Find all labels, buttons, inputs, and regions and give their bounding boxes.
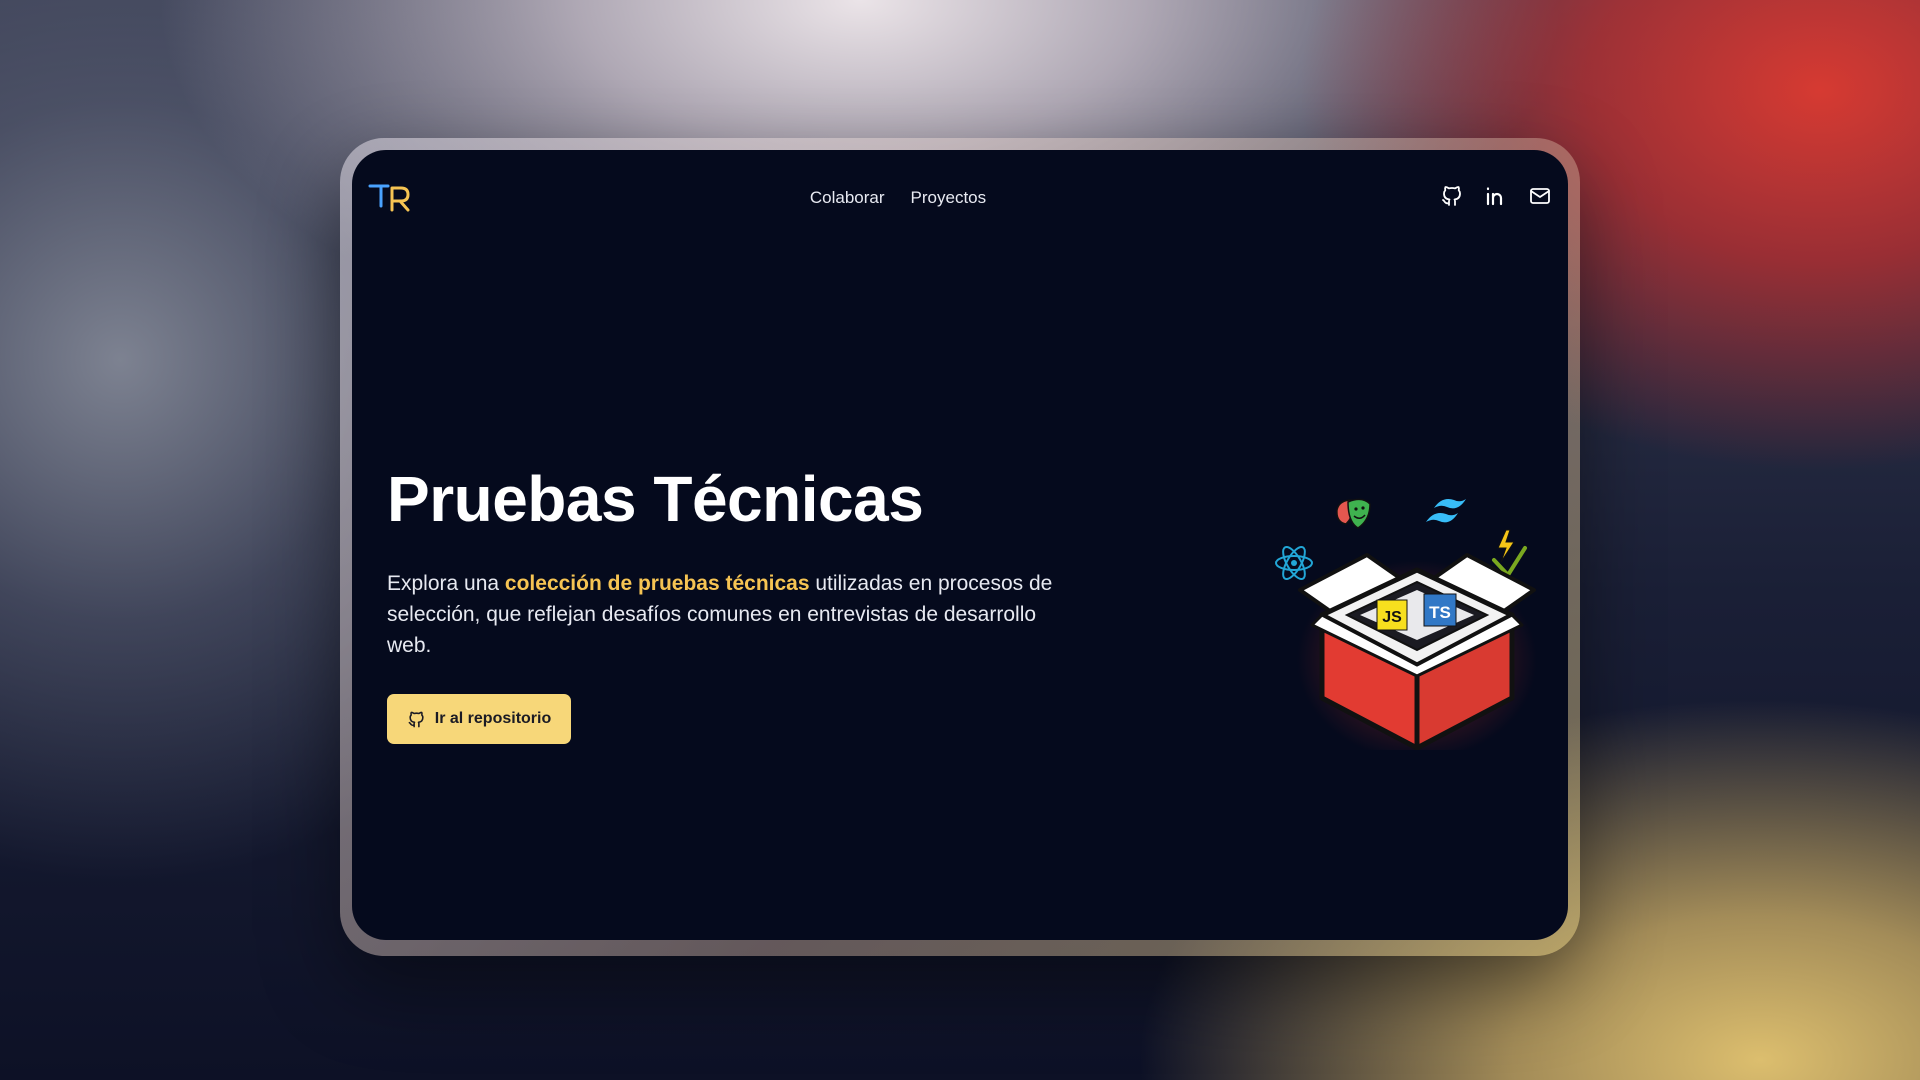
tailwind-icon <box>1426 499 1466 523</box>
browser-window: Colaborar Proyectos Pruebas Técnicas Exp… <box>352 150 1568 940</box>
js-badge: JS <box>1376 599 1408 631</box>
react-icon <box>1275 546 1313 580</box>
linkedin-icon[interactable] <box>1484 184 1508 208</box>
repository-button-label: Ir al repositorio <box>434 710 552 727</box>
nav-link-colaborar[interactable]: Colaborar <box>810 188 885 208</box>
github-icon[interactable] <box>1440 184 1464 208</box>
description-prefix: Explora una <box>387 572 505 595</box>
theater-masks-icon <box>1336 498 1371 529</box>
mail-icon[interactable] <box>1528 184 1552 208</box>
js-badge-label: JS <box>1382 609 1402 626</box>
vitest-icon <box>1492 529 1527 577</box>
github-icon <box>408 711 424 727</box>
ts-badge-label: TS <box>1429 603 1451 622</box>
page-title: Pruebas Técnicas <box>387 463 924 535</box>
nav-links: Colaborar Proyectos <box>352 188 1506 208</box>
social-links <box>1440 184 1552 208</box>
top-navigation: Colaborar Proyectos <box>352 150 1568 250</box>
description-highlight: colección de pruebas técnicas <box>504 572 810 595</box>
nav-link-proyectos[interactable]: Proyectos <box>911 188 987 208</box>
ts-badge: TS <box>1423 593 1457 627</box>
hero-description: Explora una colección de pruebas técnica… <box>387 568 1067 661</box>
repository-button[interactable]: Ir al repositorio <box>387 694 571 744</box>
tech-box-illustration: JS TS <box>1275 498 1537 750</box>
